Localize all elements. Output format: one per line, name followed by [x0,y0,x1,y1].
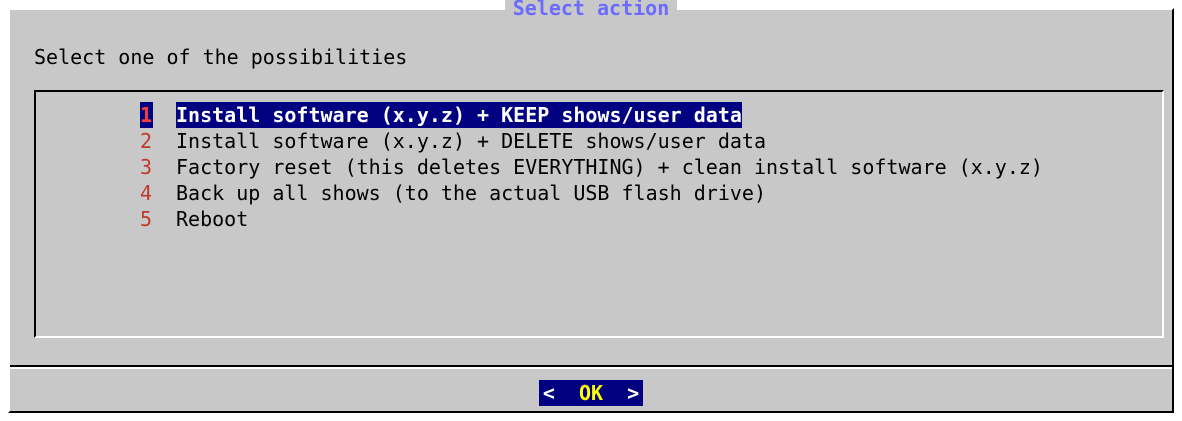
menu-item-hotkey: 3 [140,155,153,179]
menu-item-hotkey: 4 [140,181,153,205]
menu-item-2[interactable]: 2 Install software (x.y.z) + DELETE show… [140,128,1043,154]
menu-item-hotkey: 5 [140,207,153,231]
button-bar: < OK > [10,380,1172,406]
menu-item-label: Reboot [176,207,249,231]
menu-item-hotkey: 2 [140,129,153,153]
menu-item-1[interactable]: 1 Install software (x.y.z) + KEEP shows/… [140,102,1043,128]
ok-button-label: OK [578,381,604,405]
menu-item-label: Install software (x.y.z) + KEEP shows/us… [176,102,742,128]
dialog-prompt: Select one of the possibilities [34,45,408,69]
menu-item-3[interactable]: 3 Factory reset (this deletes EVERYTHING… [140,154,1043,180]
menu-item-hotkey: 1 [140,102,153,128]
menu-item-label: Install software (x.y.z) + DELETE shows/… [176,129,767,153]
menu-item-label: Back up all shows (to the actual USB fla… [176,181,767,205]
ok-right-bracket: > [627,381,640,405]
ok-button[interactable]: < OK > [538,380,644,406]
menu-item-5[interactable]: 5 Reboot [140,206,1043,232]
menu-item-4[interactable]: 4 Back up all shows (to the actual USB f… [140,180,1043,206]
ok-left-bracket: < [542,381,555,405]
dialog-title-bar: Select action [10,0,1172,22]
dialog-title: Select action [504,0,678,20]
menu-box: 1 Install software (x.y.z) + KEEP shows/… [34,90,1164,338]
button-separator [10,365,1172,369]
select-action-dialog: Select action Select one of the possibil… [8,0,1174,413]
menu-item-label: Factory reset (this deletes EVERYTHING) … [176,155,1043,179]
menu-list: 1 Install software (x.y.z) + KEEP shows/… [140,102,1043,232]
